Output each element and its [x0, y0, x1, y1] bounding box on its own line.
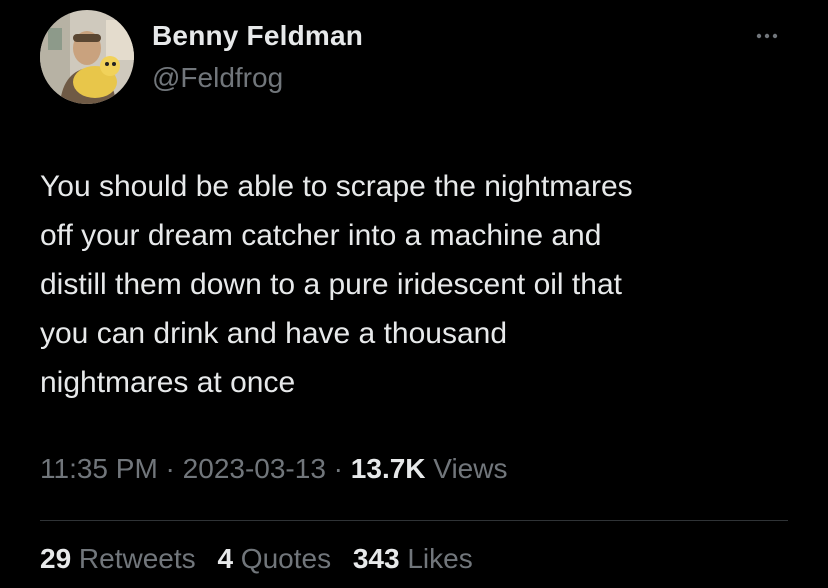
tweet-time[interactable]: 11:35 PM [40, 453, 158, 484]
avatar-photo [40, 10, 134, 104]
quotes-label: Quotes [233, 543, 332, 574]
user-handle[interactable]: @Feldfrog [152, 62, 283, 94]
retweets-label: Retweets [71, 543, 196, 574]
ellipsis-horizontal-icon [756, 33, 778, 39]
likes-count: 343 [352, 543, 400, 574]
quotes-stat[interactable]: 4 Quotes [217, 543, 331, 575]
likes-stat[interactable]: 343 Likes [353, 543, 473, 575]
meta-separator: · [325, 453, 351, 484]
meta-separator: · [157, 453, 183, 484]
engagement-stats: 29 Retweets 4 Quotes 343 Likes [40, 543, 487, 575]
tweet-date[interactable]: 2023-03-13 [183, 453, 326, 484]
more-options-button[interactable] [748, 26, 794, 46]
tweet-text: You should be able to scrape the nightma… [40, 162, 800, 407]
tweet-metadata: 11:35 PM · 2023-03-13 · 13.7K Views [40, 453, 507, 485]
avatar[interactable] [40, 10, 134, 104]
tweet-text-line: nightmares at once [40, 366, 296, 399]
tweet-text-line: you can drink and have a thousand [40, 317, 508, 350]
divider [40, 520, 788, 521]
tweet-text-line: You should be able to scrape the nightma… [40, 170, 633, 203]
tweet-text-line: off your dream catcher into a machine an… [40, 219, 602, 252]
retweets-stat[interactable]: 29 Retweets [40, 543, 196, 575]
likes-label: Likes [399, 543, 473, 574]
retweets-count: 29 [40, 543, 72, 574]
tweet-text-line: distill them down to a pure iridescent o… [40, 268, 622, 301]
views-count: 13.7K [350, 453, 426, 484]
quotes-count: 4 [217, 543, 234, 574]
views-label: Views [425, 453, 508, 484]
display-name[interactable]: Benny Feldman [152, 20, 363, 52]
